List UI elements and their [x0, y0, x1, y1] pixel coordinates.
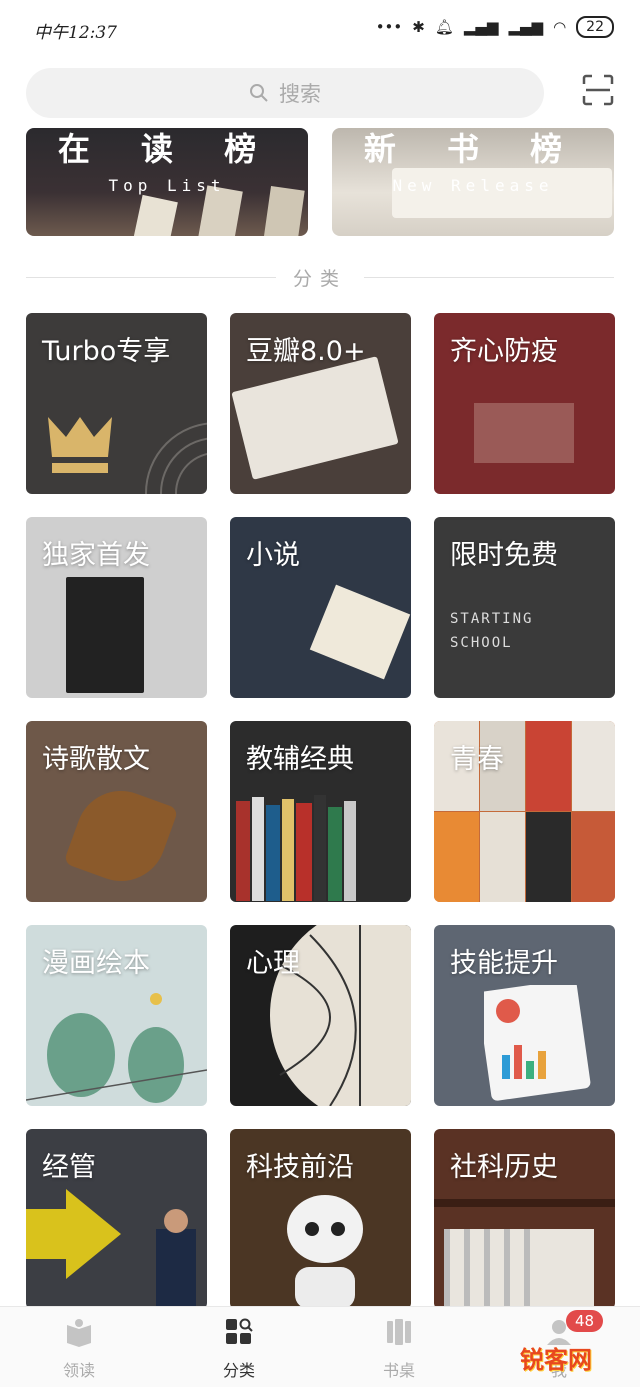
hd-signal-icon: ▂▄▆ [508, 18, 544, 36]
wifi-icon: ◠ [553, 18, 567, 36]
more-dots-icon: ••• [375, 18, 403, 36]
tablet-chart-image [484, 985, 591, 1101]
category-tile[interactable]: Turbo专享 [26, 313, 207, 494]
notification-badge: 48 [566, 1310, 604, 1332]
status-bar: 中午12:37 ••• ✱ 🔔︎ ▂▄▆ ▂▄▆ ◠ 22 [0, 0, 640, 60]
category-label: 青春 [450, 744, 504, 775]
category-tile[interactable]: 齐心防疫 [434, 313, 615, 494]
grid-search-icon [226, 1318, 253, 1344]
category-label: 教辅经典 [246, 744, 354, 775]
open-book-image [231, 356, 399, 480]
category-label: 技能提升 [450, 948, 558, 979]
bluetooth-icon: ✱ [412, 18, 425, 36]
category-tile[interactable]: 科技前沿 [230, 1129, 411, 1309]
tab-label: 分类 [222, 1361, 255, 1380]
category-label: 科技前沿 [246, 1152, 354, 1183]
category-label: 漫画绘本 [42, 948, 150, 979]
category-section-title: 分类 [292, 268, 347, 290]
category-tile[interactable]: 青春 [434, 721, 615, 902]
category-label: 豆瓣8.0+ [246, 336, 366, 367]
box-image [474, 403, 574, 463]
category-tile[interactable]: 漫画绘本 [26, 925, 207, 1106]
rings-decoration [145, 422, 207, 494]
crown-icon [48, 417, 112, 473]
category-label: 社科历史 [450, 1152, 558, 1183]
new-release-title: 新 书 榜 [363, 130, 583, 168]
ranking-banners: 在 读 榜 Top List 新 书 榜 New Release [26, 128, 614, 236]
category-label: 小说 [246, 540, 300, 571]
chalkboard-text: STARTING SCHOOL [450, 611, 534, 651]
archive-shelf-image [434, 1199, 615, 1309]
search-placeholder: 搜索 [279, 82, 321, 106]
category-divider: 分类 [26, 262, 614, 294]
top-list-title: 在 读 榜 [57, 130, 277, 168]
book-open-icon [67, 1319, 91, 1347]
category-label: 诗歌散文 [42, 744, 150, 775]
category-tile[interactable]: 独家首发 [26, 517, 207, 698]
signal-icon: ▂▄▆ [463, 18, 499, 36]
book-cover-image [66, 577, 144, 693]
search-row: 搜索 [0, 64, 640, 122]
category-label: 心理 [246, 948, 300, 979]
category-label: 经管 [42, 1152, 96, 1183]
bell-icon: 🔔︎ [434, 18, 454, 36]
category-tile[interactable]: STARTING SCHOOL 限时免费 [434, 517, 615, 698]
category-label: 独家首发 [42, 540, 150, 571]
scan-icon[interactable] [582, 74, 614, 106]
category-tile[interactable]: 经管 [26, 1129, 207, 1309]
category-tile[interactable]: 小说 [230, 517, 411, 698]
category-tile[interactable]: 心理 [230, 925, 411, 1106]
robot-image [287, 1195, 363, 1309]
leaf-image [63, 778, 179, 894]
tab-categories[interactable]: 分类 [184, 1317, 294, 1381]
category-label: 齐心防疫 [450, 336, 558, 367]
tab-bookshelf[interactable]: 书桌 [344, 1317, 454, 1381]
dinosaur-illustration [26, 993, 207, 1103]
category-tile[interactable]: 诗歌散文 [26, 721, 207, 902]
status-time: 中午12:37 [34, 23, 117, 43]
status-icons: ••• ✱ 🔔︎ ▂▄▆ ▂▄▆ ◠ 22 [376, 16, 614, 38]
bookshelf-image [236, 795, 356, 901]
new-release-subtitle: New Release [392, 176, 554, 195]
book-page-image [309, 584, 411, 680]
tab-label: 书桌 [382, 1361, 415, 1380]
category-tile[interactable]: 社科历史 [434, 1129, 615, 1309]
battery-indicator: 22 [576, 16, 614, 38]
category-label: Turbo专享 [42, 336, 171, 367]
top-list-subtitle: Top List [108, 176, 226, 195]
watermark: 锐客网 [520, 1346, 592, 1374]
category-tile[interactable]: 豆瓣8.0+ [230, 313, 411, 494]
search-icon [250, 84, 268, 102]
bookshelf-icon [387, 1319, 411, 1345]
category-tile[interactable]: 教辅经典 [230, 721, 411, 902]
search-input[interactable]: 搜索 [26, 68, 544, 118]
category-tile[interactable]: 技能提升 [434, 925, 615, 1106]
arrow-illustration [26, 1189, 196, 1309]
tab-lingdu[interactable]: 领读 [24, 1317, 134, 1381]
category-label: 限时免费 [450, 540, 558, 571]
new-release-banner[interactable]: 新 书 榜 New Release [332, 128, 614, 236]
top-list-banner[interactable]: 在 读 榜 Top List [26, 128, 308, 236]
tab-label: 领读 [62, 1361, 95, 1380]
